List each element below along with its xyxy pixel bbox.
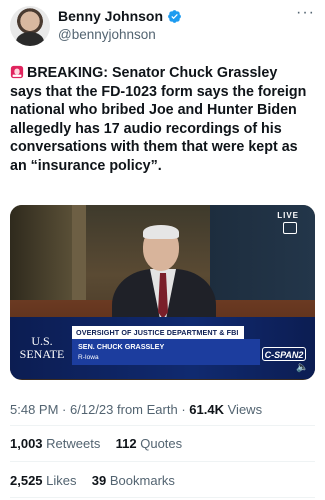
meta-separator: · [181,402,186,417]
tweet-text: BREAKING: Senator Chuck Grassley says th… [10,64,310,175]
avatar-body [16,32,44,46]
video-scene-pillar [72,205,86,315]
divider [10,497,315,498]
network-bug-icon [283,222,297,234]
divider [10,425,315,426]
meta-separator: · [62,402,67,417]
video-scene-speaker-hair [143,225,179,239]
chyron-name-block: SEN. CHUCK GRASSLEY R-Iowa [72,339,260,365]
quotes-label: Quotes [140,436,183,451]
author-names: Benny Johnson @bennyjohnson [58,8,182,43]
author-handle[interactable]: @bennyjohnson [58,26,182,43]
senate-label-line2: SENATE [19,347,65,361]
avatar[interactable] [10,6,50,46]
divider [10,461,315,462]
author-display-name-row[interactable]: Benny Johnson [58,8,182,25]
quotes-stat[interactable]: 112 Quotes [116,436,183,451]
likes-label: Likes [46,473,77,488]
verified-badge-icon [168,10,181,23]
likes-count: 2,525 [10,473,43,488]
tweet-meta: 5:48 PM · 6/12/23 from Earth · 61.4K Vie… [10,402,262,418]
bookmarks-count: 39 [91,473,107,488]
chyron-name: SEN. CHUCK GRASSLEY [78,342,165,351]
more-options-icon[interactable]: ··· [296,5,315,21]
retweets-count: 1,003 [10,436,43,451]
bookmarks-stat[interactable]: 39 Bookmarks [92,473,175,488]
tweet-time[interactable]: 5:48 PM [10,402,58,417]
video-player[interactable]: LIVE U.S. SENATE OVERSIGHT OF JUSTICE DE… [10,205,315,380]
views-label: Views [227,402,263,417]
chyron-title: OVERSIGHT OF JUSTICE DEPARTMENT & FBI [72,326,244,339]
author-display-name[interactable]: Benny Johnson [58,8,163,25]
like-stats: 2,525 Likes 39 Bookmarks [10,473,175,489]
chyron-subtitle: R-Iowa [78,354,99,361]
tweet-body-text: BREAKING: Senator Chuck Grassley says th… [10,65,307,174]
senate-logo: U.S. SENATE [18,335,66,369]
mute-toggle-icon[interactable]: 🔈 [296,362,308,374]
bookmarks-label: Bookmarks [109,473,175,488]
video-scene-wall-left [10,205,80,315]
tweet-date[interactable]: 6/12/23 [70,402,113,417]
tweet-source: from Earth [117,402,178,417]
network-logo: C-SPAN2 [262,347,306,361]
likes-stat[interactable]: 2,525 Likes [10,473,80,488]
retweets-label: Retweets [46,436,101,451]
video-scene-wall-right [210,205,315,315]
tweet-header: Benny Johnson @bennyjohnson ··· [10,5,315,46]
views-count: 61.4K [189,402,224,417]
police-siren-icon [10,65,24,79]
retweets-stat[interactable]: 1,003 Retweets [10,436,104,451]
share-stats: 1,003 Retweets 112 Quotes [10,436,182,452]
quotes-count: 112 [115,436,137,451]
live-label: LIVE [277,211,299,220]
